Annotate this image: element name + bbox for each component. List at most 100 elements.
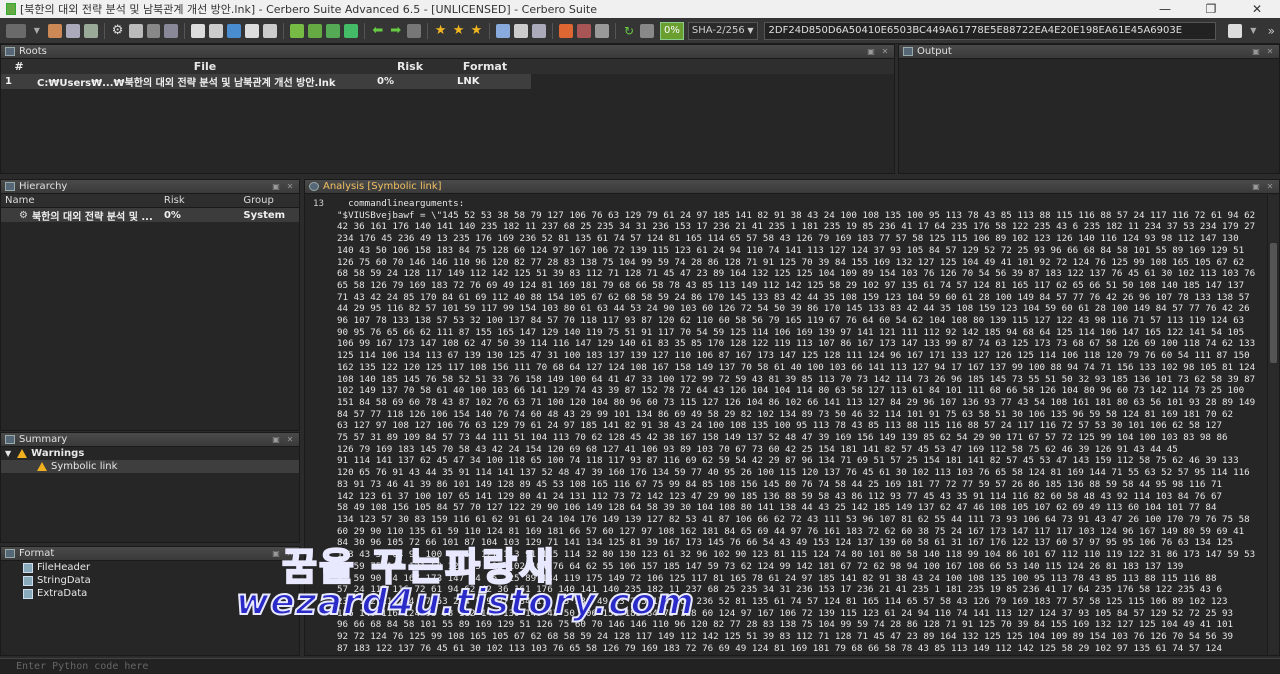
graph-icon[interactable] [343, 23, 358, 38]
hash-value-field[interactable]: 2DF24D850D6A50410E6503BC449A61778E5E8872… [763, 21, 1217, 40]
list-item[interactable]: Symbolic link [1, 460, 299, 473]
python-console: Enter Python code here [0, 658, 1280, 674]
structure-icon [23, 588, 33, 599]
back-arrow-icon[interactable]: ⬅ [371, 23, 385, 38]
analysis-scrollbar[interactable] [1267, 195, 1279, 655]
scrollbar-thumb[interactable] [1270, 243, 1277, 363]
close-panel-icon[interactable]: ✕ [880, 47, 890, 56]
close-panel-icon[interactable]: ✕ [1265, 182, 1275, 191]
layout-icon[interactable] [209, 23, 224, 38]
summary-item-label: Symbolic link [51, 461, 118, 472]
favorites-icon[interactable]: ★ [470, 23, 484, 38]
network-icon[interactable] [308, 23, 322, 38]
col-group[interactable]: Group [239, 195, 299, 206]
float-icon[interactable]: ▣ [271, 435, 281, 444]
hierarchy-name: 북한의 대외 전략 분석 및 ... [31, 211, 153, 223]
roots-header: Roots ▣ ✕ [1, 45, 894, 59]
window-title: [북한의 대외 전략 분석 및 남북관계 개선 방안.lnk] - Cerber… [20, 3, 597, 16]
monitor-icon[interactable] [227, 23, 242, 38]
float-icon[interactable]: ▣ [866, 47, 876, 56]
col-num[interactable]: # [1, 60, 33, 73]
col-format[interactable]: Format [443, 60, 523, 73]
list-icon[interactable] [532, 23, 547, 38]
main-toolbar: ▼ ⚙ ⬅ ➡ ★ ★ ★ ↻ 0% SHA-2/256 ▼ 2DF24D850… [0, 18, 1280, 44]
hierarchy-name-cell: ⚙ 북한의 대외 전략 분석 및 ... [1, 208, 160, 223]
hex-view-icon[interactable] [146, 23, 161, 38]
analysis-title: Analysis [Symbolic link] [323, 181, 442, 192]
close-button[interactable]: ✕ [1234, 2, 1280, 16]
refresh-icon[interactable]: ↻ [622, 24, 636, 38]
float-icon[interactable]: ▣ [1251, 182, 1261, 191]
close-panel-icon[interactable]: ✕ [285, 182, 295, 191]
open-file-icon[interactable] [47, 23, 62, 38]
roots-title: Roots [19, 46, 47, 57]
col-name[interactable]: Name [1, 195, 160, 206]
hierarchy-header: Hierarchy ▣ ✕ [1, 180, 299, 194]
roots-panel: Roots ▣ ✕ # File Risk Format 1 C:₩Users₩… [0, 44, 895, 174]
window-title-bar: [북한의 대외 전략 분석 및 남북관계 개선 방안.lnk] - Cerber… [0, 0, 1280, 18]
hash-algorithm-value: SHA-2/256 [691, 25, 745, 36]
info-icon [309, 182, 319, 191]
close-panel-icon[interactable]: ✕ [285, 435, 295, 444]
open-folder-icon[interactable] [65, 23, 80, 38]
panel-icon [5, 47, 15, 56]
tools-icon[interactable] [595, 23, 610, 38]
window-icon[interactable] [191, 23, 206, 38]
notes-icon[interactable] [514, 23, 529, 38]
report-icon[interactable] [496, 23, 511, 38]
panel-icon[interactable] [245, 23, 260, 38]
line-number: 13 [313, 198, 325, 209]
format-item-label: ExtraData [37, 588, 88, 599]
document-icon[interactable] [128, 23, 143, 38]
col-risk[interactable]: Risk [373, 60, 443, 73]
carve-icon[interactable] [577, 23, 592, 38]
filter-icon[interactable] [559, 23, 574, 38]
disk-icon[interactable] [164, 23, 179, 38]
more-icon[interactable]: » [1264, 24, 1278, 38]
format-item-label: FileHeader [37, 562, 91, 573]
tile-icon[interactable] [263, 23, 278, 38]
summary-header: Summary ▣ ✕ [1, 433, 299, 447]
chevron-down-icon[interactable]: ▼ [5, 449, 11, 458]
star-add-icon[interactable]: ★ [452, 23, 466, 38]
tree-icon[interactable] [325, 23, 340, 38]
maximize-button[interactable]: ❐ [1188, 2, 1234, 16]
list-item[interactable]: FileHeader [1, 561, 299, 574]
list-item[interactable]: ⚙ 북한의 대외 전략 분석 및 ... 0% System [1, 208, 299, 223]
table-row[interactable]: 1 C:₩Users₩...₩북한의 대외 전략 분석 및 남북관계 개선 방안… [1, 74, 531, 89]
copy-dropdown-icon[interactable]: ▼ [1246, 24, 1260, 38]
hierarchy-title: Hierarchy [19, 181, 68, 192]
dropdown-arrow-icon[interactable]: ▼ [30, 24, 44, 38]
row-format: LNK [457, 76, 480, 87]
float-icon[interactable]: ▣ [271, 549, 281, 558]
bookmark-list-icon[interactable] [406, 23, 421, 38]
close-panel-icon[interactable]: ✕ [1265, 47, 1275, 56]
chevron-down-icon: ▼ [747, 26, 754, 35]
panel-icon [903, 47, 913, 56]
summary-panel: Summary ▣ ✕ ▼ Warnings Symbolic link [0, 432, 300, 543]
star-icon[interactable]: ★ [434, 23, 448, 38]
col-risk[interactable]: Risk [160, 195, 239, 206]
warnings-label: Warnings [31, 448, 85, 459]
save-icon[interactable] [83, 23, 98, 38]
warning-icon [17, 449, 28, 458]
settings-gear-icon[interactable]: ⚙ [111, 23, 125, 38]
forward-arrow-icon[interactable]: ➡ [389, 23, 403, 38]
progress-icon[interactable] [640, 23, 654, 38]
warnings-node[interactable]: ▼ Warnings [1, 447, 299, 460]
float-icon[interactable]: ▣ [271, 182, 281, 191]
python-input[interactable]: Enter Python code here [16, 661, 148, 672]
row-num: 1 [5, 76, 12, 87]
format-item-label: StringData [37, 575, 91, 586]
copy-icon[interactable] [1228, 23, 1243, 38]
summary-title: Summary [19, 434, 68, 445]
new-menu-icon[interactable] [6, 23, 26, 38]
float-icon[interactable]: ▣ [1251, 47, 1261, 56]
format-header: Format ▣ ✕ [1, 547, 299, 561]
minimize-button[interactable]: — [1142, 2, 1188, 16]
hash-algorithm-select[interactable]: SHA-2/256 ▼ [687, 21, 758, 40]
hierarchy-panel: Hierarchy ▣ ✕ Name Risk Group ⚙ 북한의 대외 전… [0, 179, 300, 431]
progress-percent: 0% [659, 21, 684, 40]
col-file[interactable]: File [33, 60, 373, 73]
run-icon[interactable] [290, 23, 305, 38]
